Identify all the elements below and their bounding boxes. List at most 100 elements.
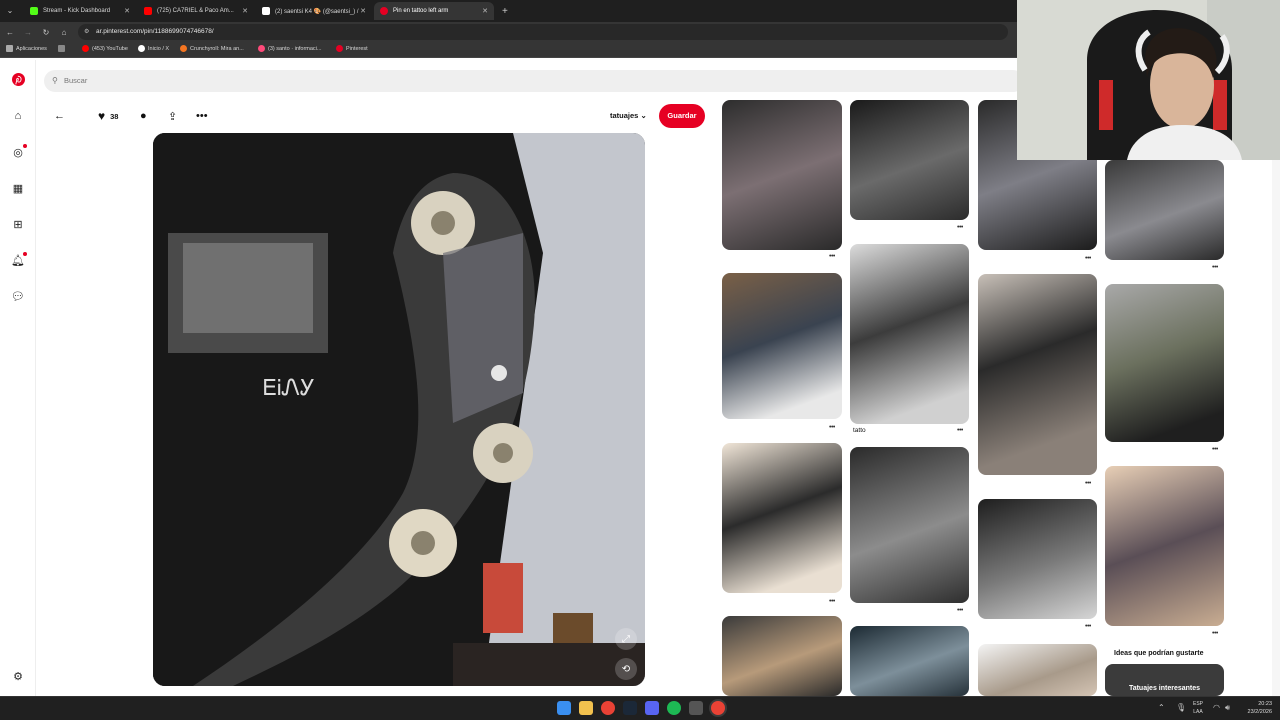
- volume-icon[interactable]: 🔊︎: [1225, 703, 1230, 713]
- tab-pinterest[interactable]: Pin en tattoo left arm ✕: [374, 2, 494, 20]
- grid-pin[interactable]: [722, 443, 842, 593]
- bookmark-youtube[interactable]: (453) YouTube: [82, 45, 128, 52]
- lang-code: ESP: [1193, 701, 1204, 707]
- youtube-icon: [82, 45, 89, 52]
- wifi-icon[interactable]: ◠: [1213, 703, 1220, 712]
- obs-icon[interactable]: [689, 701, 703, 715]
- close-icon[interactable]: ✕: [242, 7, 248, 15]
- more-icon[interactable]: •••: [829, 598, 835, 605]
- grid-pin[interactable]: [978, 274, 1097, 475]
- bookmark-apps[interactable]: Aplicaciones: [6, 45, 47, 52]
- clock[interactable]: 20:23 23/2/2026: [1248, 700, 1272, 716]
- comment-icon[interactable]: ●: [140, 108, 147, 124]
- save-button[interactable]: Guardar: [659, 104, 705, 128]
- new-tab-button[interactable]: +: [496, 2, 512, 20]
- pin-image[interactable]: ᎬᎥᏁᎩ ⤢ ⟲: [153, 133, 645, 686]
- like-button[interactable]: ♥ 38: [98, 108, 118, 124]
- settings-icon[interactable]: ⚙: [11, 669, 25, 683]
- grid-pin[interactable]: [722, 100, 842, 250]
- plus-icon: +: [502, 5, 508, 17]
- mic-icon[interactable]: 🎙︎: [1176, 703, 1186, 712]
- lens-icon[interactable]: ⟲: [615, 658, 637, 680]
- more-icon[interactable]: •••: [957, 224, 963, 231]
- back-arrow-icon[interactable]: ←: [54, 108, 65, 124]
- more-icon[interactable]: •••: [1212, 630, 1218, 637]
- tab-x[interactable]: (2) saentsi K4 🎨 (@saentsi_) / ✕: [256, 2, 372, 20]
- heart-icon: ♥: [98, 109, 106, 123]
- file-explorer-icon[interactable]: [579, 701, 593, 715]
- forward-icon[interactable]: →: [22, 26, 34, 38]
- grid-pin[interactable]: [1105, 466, 1224, 626]
- bookmark-icon: [258, 45, 265, 52]
- notifications-icon[interactable]: 🔔︎: [11, 252, 27, 267]
- url-text: ar.pinterest.com/pin/1188699074746678/: [96, 28, 214, 35]
- chrome-icon[interactable]: [601, 701, 615, 715]
- tab-kick[interactable]: Stream - Kick Dashboard ✕: [24, 2, 136, 20]
- webcam-feed: [1017, 0, 1280, 160]
- grid-pin[interactable]: [850, 100, 969, 220]
- more-icon[interactable]: •••: [1085, 255, 1091, 262]
- close-icon[interactable]: ✕: [360, 7, 366, 15]
- more-icon[interactable]: •••: [1212, 264, 1218, 271]
- grid-pin[interactable]: [850, 244, 969, 424]
- more-icon[interactable]: •••: [1085, 480, 1091, 487]
- time: 20:23: [1258, 701, 1272, 707]
- url-bar[interactable]: ⚙ ar.pinterest.com/pin/1188699074746678/: [78, 24, 1008, 40]
- language-indicator[interactable]: ESP LAA: [1193, 700, 1203, 716]
- more-icon[interactable]: •••: [829, 253, 835, 260]
- bookmark-grid[interactable]: [58, 45, 68, 52]
- bookmark-x[interactable]: Inicio / X: [138, 45, 169, 52]
- tab-youtube[interactable]: (725) CA7RIEL & Paco Am... ✕: [138, 2, 254, 20]
- more-icon[interactable]: •••: [957, 427, 963, 434]
- date: 23/2/2026: [1247, 709, 1272, 715]
- notification-dot: [23, 144, 27, 148]
- grid-pin[interactable]: [722, 616, 842, 696]
- back-icon[interactable]: ←: [4, 26, 16, 38]
- board-selector[interactable]: tatuajes ⌄: [610, 111, 647, 120]
- suggestion-card[interactable]: Tatuajes interesantes: [1105, 664, 1224, 696]
- spotify-icon[interactable]: [667, 701, 681, 715]
- reload-icon[interactable]: ↻: [40, 26, 52, 38]
- bookmark-crunchyroll[interactable]: Crunchyroll: Mira an...: [180, 45, 244, 52]
- grid-pin[interactable]: [1105, 284, 1224, 442]
- bookmark-santo[interactable]: (3) santo · informaci...: [258, 45, 322, 52]
- grid-pin[interactable]: [850, 626, 969, 696]
- start-icon[interactable]: [557, 701, 571, 715]
- steam-icon[interactable]: [623, 701, 637, 715]
- grid-pin[interactable]: [850, 447, 969, 603]
- home-icon[interactable]: ⌂: [58, 26, 70, 38]
- more-icon[interactable]: •••: [829, 424, 835, 431]
- discord-icon[interactable]: [645, 701, 659, 715]
- search-icon: ⚲: [52, 76, 58, 85]
- more-icon[interactable]: •••: [196, 108, 208, 124]
- tab-label: Pin en tattoo left arm: [393, 8, 449, 14]
- explore-icon[interactable]: ◎: [11, 144, 27, 159]
- notification-dot: [23, 252, 27, 256]
- search-input[interactable]: ⚲ Buscar: [44, 70, 1024, 92]
- close-icon[interactable]: ✕: [124, 7, 130, 15]
- messages-icon[interactable]: 💬︎: [11, 289, 25, 303]
- more-icon[interactable]: •••: [957, 607, 963, 614]
- more-icon[interactable]: •••: [1212, 446, 1218, 453]
- tab-list-icon[interactable]: ⌄: [4, 4, 16, 16]
- bookmark-label: Inicio / X: [148, 45, 170, 52]
- more-icon[interactable]: •••: [1085, 623, 1091, 630]
- create-icon[interactable]: ⊞: [11, 217, 25, 231]
- crunchyroll-icon: [180, 45, 187, 52]
- grid-pin[interactable]: [978, 499, 1097, 619]
- chrome-active-icon[interactable]: [711, 701, 725, 715]
- share-icon[interactable]: ⇪: [168, 108, 177, 124]
- grid-pin[interactable]: [722, 273, 842, 419]
- boards-icon[interactable]: ▦: [11, 181, 25, 195]
- grid-pin[interactable]: [1105, 160, 1224, 260]
- tray-chevron-icon[interactable]: ⌃: [1158, 703, 1165, 712]
- windows-taskbar: ⌃ 🎙︎ ESP LAA ◠ 🔊︎ 20:23 23/2/2026: [0, 696, 1280, 720]
- expand-icon[interactable]: ⤢: [615, 628, 637, 650]
- bookmark-pinterest[interactable]: Pinterest: [336, 45, 368, 52]
- pinterest-logo-icon[interactable]: [11, 72, 25, 86]
- close-icon[interactable]: ✕: [482, 7, 488, 15]
- grid-pin[interactable]: [978, 644, 1097, 696]
- site-info-icon[interactable]: ⚙: [84, 24, 89, 40]
- pinterest-icon: [336, 45, 343, 52]
- home-icon[interactable]: ⌂: [11, 109, 25, 123]
